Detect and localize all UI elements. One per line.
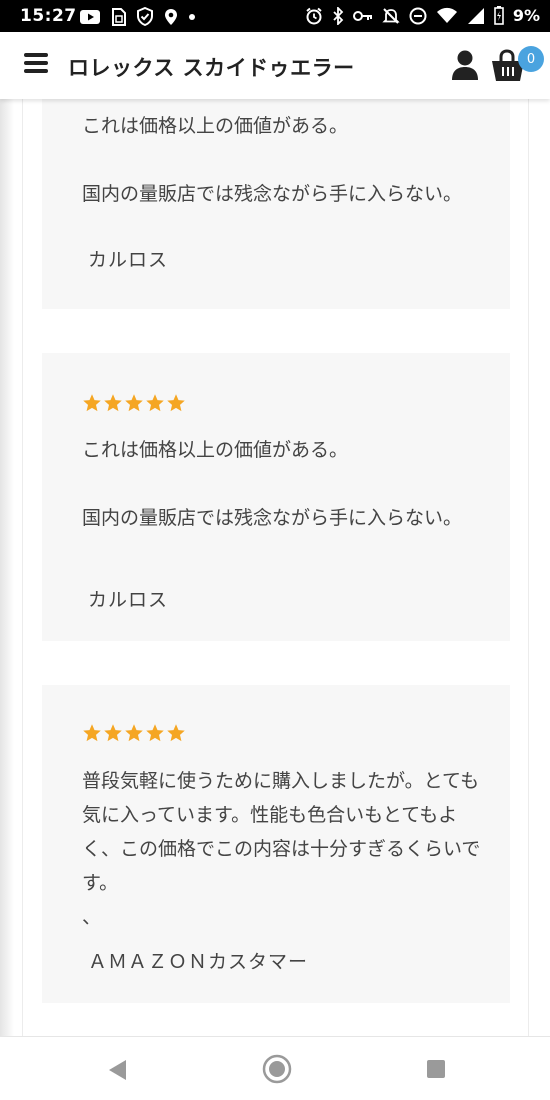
shield-check-icon [137, 7, 153, 26]
star-icon [83, 724, 101, 742]
review-card: これは価格以上の価値がある。 国内の量販店では残念ながら手に入らない。 カルロス [42, 99, 510, 309]
navigation-bar [0, 1036, 550, 1100]
sim-icon [112, 7, 126, 26]
review-author: カルロス [88, 589, 169, 611]
star-rating [82, 393, 186, 413]
dot-icon [189, 13, 195, 20]
cart-count-badge: 0 [518, 46, 544, 72]
star-icon [146, 724, 164, 742]
review-card: これは価格以上の価値がある。 国内の量販店では残念ながら手に入らない。 カルロス [42, 353, 510, 641]
key-icon [352, 10, 372, 21]
star-icon [83, 394, 101, 412]
youtube-icon [80, 9, 100, 24]
signal-icon [467, 7, 484, 24]
review-author: カルロス [88, 249, 169, 271]
location-icon [165, 8, 177, 25]
menu-icon[interactable] [24, 53, 48, 77]
star-icon [104, 394, 122, 412]
status-bar: 15:27 9% [0, 0, 550, 32]
star-icon [146, 394, 164, 412]
do-not-disturb-icon [409, 7, 427, 24]
bell-off-icon [382, 7, 400, 24]
star-rating [82, 723, 186, 743]
star-icon [125, 724, 143, 742]
battery-percent: 9% [512, 6, 540, 25]
status-time: 15:27 [20, 6, 77, 26]
review-card: 普段気軽に使うために購入しましたが。とても気に入っています。性能も色合いもとても… [42, 685, 510, 1003]
app-header: ロレックス スカイドゥエラー [0, 32, 550, 99]
review-text: 普段気軽に使うために購入しましたが。とても気に入っています。性能も色合いもとても… [82, 770, 481, 928]
star-icon [125, 394, 143, 412]
wifi-icon [436, 7, 457, 23]
page-title: ロレックス スカイドゥエラー [68, 56, 355, 80]
user-icon[interactable] [450, 49, 480, 81]
review-author: ＡＭＡＺＯＮカスタマー [88, 951, 309, 973]
star-icon [104, 724, 122, 742]
star-icon [167, 724, 185, 742]
home-icon[interactable] [262, 1054, 292, 1084]
review-text: これは価格以上の価値がある。 国内の量販店では残念ながら手に入らない。 [82, 115, 463, 205]
recent-apps-icon[interactable] [426, 1059, 446, 1079]
review-text: これは価格以上の価値がある。 国内の量販店では残念ながら手に入らない。 [82, 439, 463, 529]
star-icon [167, 394, 185, 412]
reviews-list[interactable]: これは価格以上の価値がある。 国内の量販店では残念ながら手に入らない。 カルロス… [0, 99, 550, 1036]
bluetooth-icon [333, 6, 344, 25]
back-icon[interactable] [106, 1057, 130, 1083]
alarm-icon [306, 7, 322, 24]
battery-icon [494, 6, 504, 25]
